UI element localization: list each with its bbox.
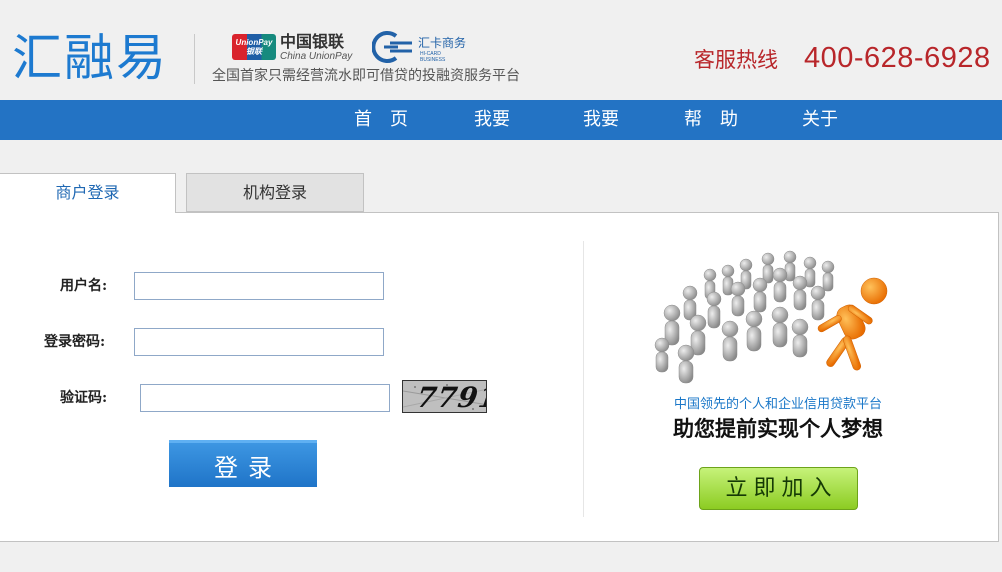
nav-want-2[interactable]: 我要 — [583, 100, 619, 140]
orange-runner — [817, 277, 888, 371]
nav-want-1[interactable]: 我要 — [474, 100, 510, 140]
hicard-logo-icon — [372, 31, 412, 63]
hicard-name-en: HI-CARD BUSINESS — [420, 51, 446, 63]
password-input[interactable] — [134, 328, 384, 356]
login-button[interactable]: 登录 — [169, 440, 317, 487]
unionpay-logo-icon: UnionPay 银联 — [232, 34, 276, 60]
unionpay-name-cn: 中国银联 — [280, 32, 345, 51]
hotline-label: 客服热线 — [694, 48, 778, 72]
tab-institution-login[interactable]: 机构登录 — [186, 173, 364, 212]
header: 汇融易 UnionPay 银联 中国银联 China UnionPay 汇卡商务 … — [0, 0, 1002, 100]
password-label: 登录密码: — [44, 334, 106, 350]
tab-merchant-login[interactable]: 商户登录 — [0, 173, 176, 213]
promo-title: 助您提前实现个人梦想 — [673, 417, 883, 441]
runners-illustration — [654, 250, 888, 384]
captcha-input[interactable] — [140, 384, 390, 412]
join-now-button[interactable]: 立即加入 — [699, 467, 858, 510]
logo-divider — [194, 34, 195, 84]
grey-runners — [654, 250, 835, 384]
captcha-label: 验证码: — [60, 390, 108, 406]
nav-home[interactable]: 首 页 — [354, 100, 408, 140]
main-nav: 首 页 我要 我要 帮 助 关于 — [0, 100, 1002, 140]
slogan: 全国首家只需经营流水即可借贷的投融资服务平台 — [212, 68, 520, 84]
hicard-name-cn: 汇卡商务 — [418, 36, 467, 50]
logo[interactable]: 汇融易 — [12, 28, 168, 88]
captcha-image[interactable]: 7791 — [402, 380, 487, 413]
login-panel: 用户名: 登录密码: 验证码: 7791 登录 中国领先的个人和企业信用贷款平台… — [0, 212, 999, 542]
username-label: 用户名: — [60, 278, 108, 294]
unionpay-name-en: China UnionPay — [280, 51, 353, 62]
nav-help[interactable]: 帮 助 — [684, 100, 738, 140]
hotline-number: 400-628-6928 — [804, 42, 991, 74]
panel-divider — [583, 241, 584, 517]
nav-about[interactable]: 关于 — [802, 100, 838, 140]
username-input[interactable] — [134, 272, 384, 300]
captcha-text: 7791 — [414, 381, 487, 413]
promo-subtitle: 中国领先的个人和企业信用贷款平台 — [673, 397, 882, 412]
